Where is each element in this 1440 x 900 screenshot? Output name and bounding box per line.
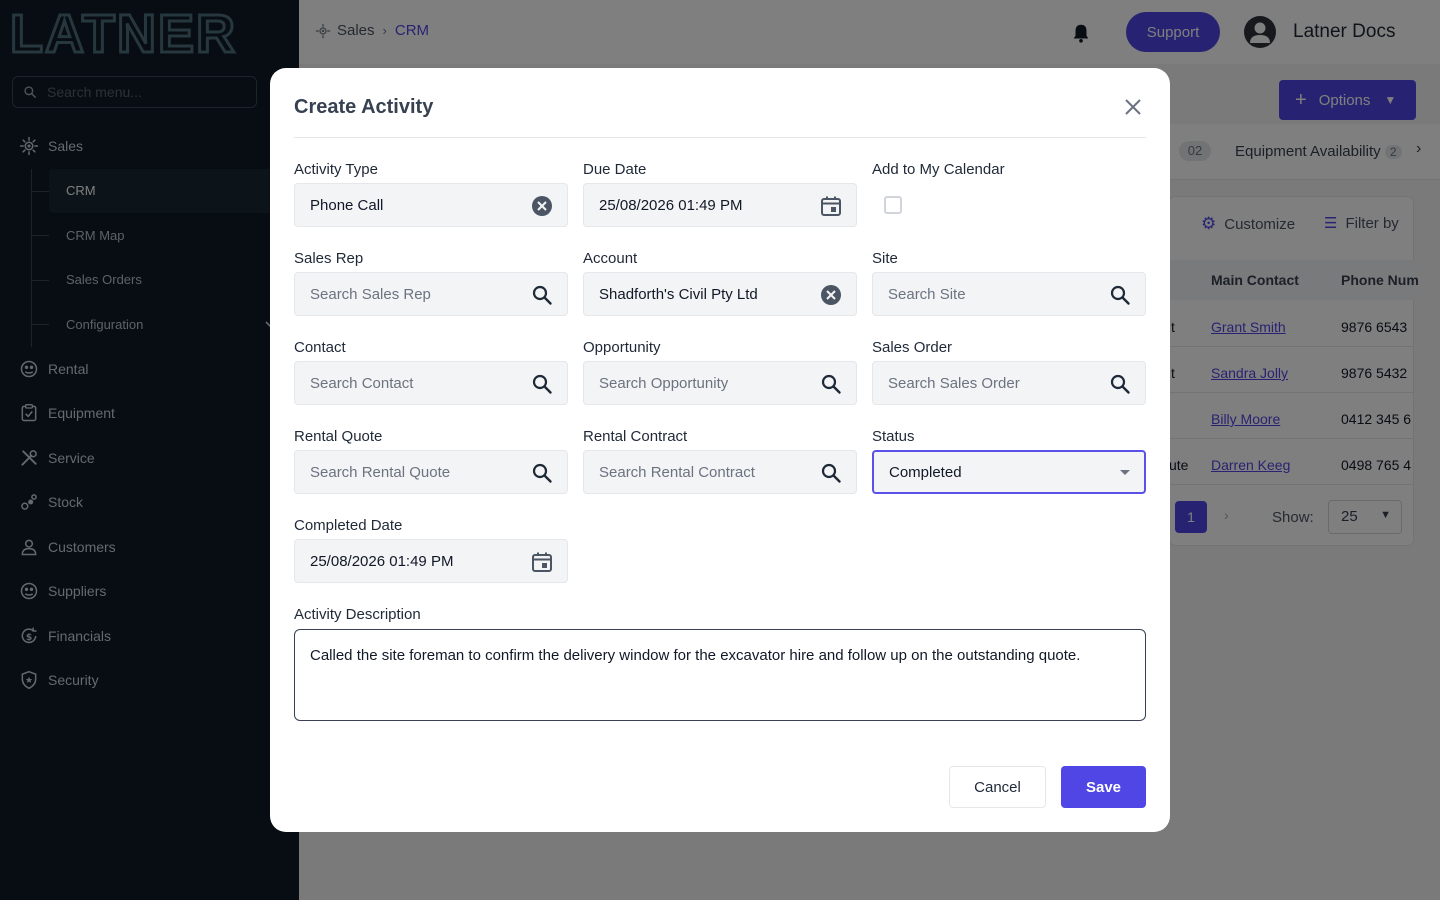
rental-quote-search[interactable] (294, 450, 568, 494)
site-input[interactable] (888, 285, 1098, 303)
due-date-field: Due Date (583, 161, 857, 227)
completed-date-label: Completed Date (294, 517, 403, 534)
due-date-label: Due Date (583, 161, 647, 178)
sales-order-field: Sales Order (872, 339, 1146, 405)
create-activity-modal: Create Activity Activity Type Due Date A… (270, 68, 1170, 832)
account-select[interactable] (583, 272, 857, 316)
calendar-icon[interactable] (531, 551, 553, 573)
rental-quote-label: Rental Quote (294, 428, 383, 445)
clear-icon[interactable] (531, 195, 553, 217)
due-date-picker[interactable] (583, 183, 857, 227)
rental-contract-search[interactable] (583, 450, 857, 494)
status-label: Status (872, 428, 915, 445)
account-field: Account (583, 250, 857, 316)
sales-order-input[interactable] (888, 374, 1098, 392)
add-calendar-field: Add to My Calendar (872, 161, 1146, 214)
sales-rep-input[interactable] (310, 285, 520, 303)
sales-rep-field: Sales Rep (294, 250, 568, 316)
activity-type-select[interactable] (294, 183, 568, 227)
status-select[interactable]: Completed (872, 450, 1146, 494)
activity-type-label: Activity Type (294, 161, 378, 178)
rental-contract-field: Rental Contract (583, 428, 857, 494)
search-icon[interactable] (820, 462, 842, 484)
activity-description-textarea[interactable]: Called the site foreman to confirm the d… (294, 629, 1146, 721)
save-button[interactable]: Save (1061, 766, 1146, 808)
completed-date-picker[interactable] (294, 539, 568, 583)
search-icon[interactable] (1109, 284, 1131, 306)
close-icon[interactable] (1122, 96, 1144, 118)
opportunity-search[interactable] (583, 361, 857, 405)
sales-rep-label: Sales Rep (294, 250, 364, 267)
caret-down-icon (1120, 470, 1130, 475)
due-date-input[interactable] (599, 196, 809, 214)
search-icon[interactable] (531, 284, 553, 306)
account-label: Account (583, 250, 638, 267)
sales-order-search[interactable] (872, 361, 1146, 405)
activity-type-input[interactable] (310, 196, 520, 214)
calendar-icon[interactable] (820, 195, 842, 217)
opportunity-label: Opportunity (583, 339, 661, 356)
status-value: Completed (889, 463, 962, 481)
contact-input[interactable] (310, 374, 520, 392)
search-icon[interactable] (1109, 373, 1131, 395)
opportunity-input[interactable] (599, 374, 809, 392)
site-search[interactable] (872, 272, 1146, 316)
clear-icon[interactable] (820, 284, 842, 306)
rental-quote-field: Rental Quote (294, 428, 568, 494)
add-calendar-label: Add to My Calendar (872, 161, 1005, 178)
search-icon[interactable] (531, 462, 553, 484)
rental-quote-input[interactable] (310, 463, 520, 481)
account-input[interactable] (599, 285, 809, 303)
sales-order-label: Sales Order (872, 339, 953, 356)
site-label: Site (872, 250, 898, 267)
add-calendar-checkbox[interactable] (884, 196, 902, 214)
completed-date-input[interactable] (310, 552, 520, 570)
site-field: Site (872, 250, 1146, 316)
search-icon[interactable] (820, 373, 842, 395)
contact-label: Contact (294, 339, 346, 356)
activity-description-label: Activity Description (294, 606, 421, 623)
search-icon[interactable] (531, 373, 553, 395)
status-field: Status Completed (872, 428, 1146, 494)
sales-rep-search[interactable] (294, 272, 568, 316)
rental-contract-label: Rental Contract (583, 428, 688, 445)
modal-divider (294, 137, 1146, 138)
completed-date-field: Completed Date (294, 517, 568, 583)
contact-field: Contact (294, 339, 568, 405)
modal-title: Create Activity (294, 96, 434, 118)
rental-contract-input[interactable] (599, 463, 809, 481)
activity-type-field: Activity Type (294, 161, 568, 227)
opportunity-field: Opportunity (583, 339, 857, 405)
contact-search[interactable] (294, 361, 568, 405)
cancel-button[interactable]: Cancel (949, 766, 1046, 808)
